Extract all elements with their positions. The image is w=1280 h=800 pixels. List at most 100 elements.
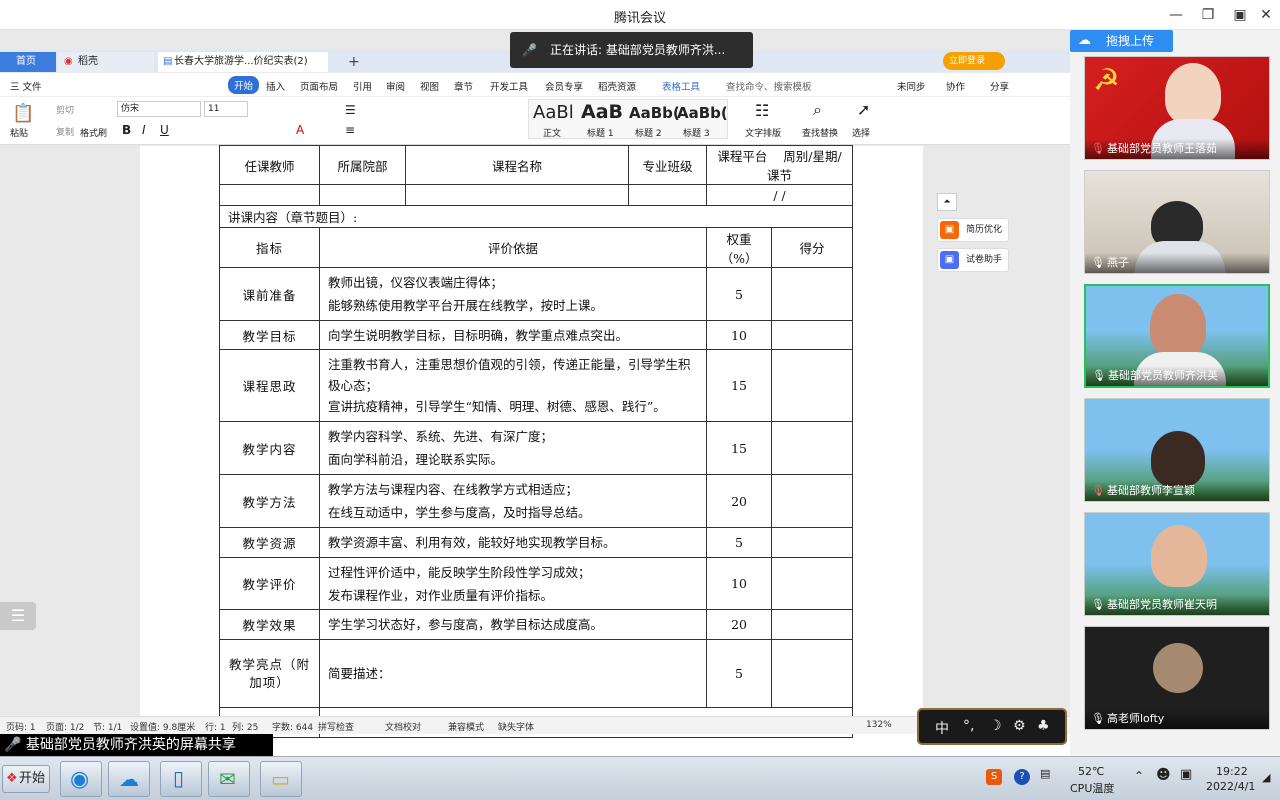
cut-button[interactable]: 剪切: [56, 103, 74, 116]
spell-check-o[interactable]: 拼写检查: [318, 720, 354, 733]
video-tile[interactable]: 🎙 基础部教师李宣颖: [1084, 398, 1270, 502]
monitor-icon[interactable]: ▣: [1180, 767, 1192, 782]
menu-layout[interactable]: 页面布局: [300, 79, 338, 93]
zoom-level-o[interactable]: 132%: [866, 720, 892, 730]
shirt-icon[interactable]: ♣: [1037, 718, 1050, 734]
table-row: 指标 评价依据 权重（%） 得分: [219, 227, 854, 268]
gear-icon[interactable]: ⚙: [1013, 718, 1026, 734]
mic-icon: 🎙: [1091, 712, 1105, 725]
score-cell[interactable]: [771, 639, 854, 708]
collapse-icon[interactable]: ⏶: [937, 193, 957, 211]
style-h1[interactable]: 标题 1: [587, 126, 614, 139]
style-h3[interactable]: 标题 3: [683, 126, 710, 139]
tab-home[interactable]: 首页: [0, 52, 56, 72]
font-size-select[interactable]: 11: [204, 101, 248, 117]
paste-button[interactable]: 粘贴: [10, 126, 28, 139]
menu-member[interactable]: 会员专享: [545, 79, 583, 93]
video-tile-active[interactable]: 🎙 基础部党员教师齐洪英: [1084, 284, 1270, 388]
menu-chapter[interactable]: 章节: [454, 79, 473, 93]
resume-optimize-button[interactable]: ▣ 简历优化: [937, 218, 1009, 242]
close-button[interactable]: ✕: [1254, 4, 1278, 26]
table-row: 课前准备 教师出镜，仪容仪表端庄得体； 能够熟练使用教学平台开展在线教学，按时上课…: [219, 267, 854, 321]
chevron-up-icon[interactable]: ⌃: [1134, 769, 1144, 783]
topic-label[interactable]: 讲课内容（章节题目）:: [218, 205, 854, 228]
style-normal[interactable]: 正文: [543, 126, 561, 139]
drag-upload-button[interactable]: ☁ 拖拽上传: [1070, 30, 1173, 52]
help-icon[interactable]: ?: [1014, 769, 1030, 785]
score-cell[interactable]: [771, 557, 854, 610]
menu-insert[interactable]: 插入: [266, 79, 285, 93]
score-cell[interactable]: [771, 267, 854, 321]
login-button[interactable]: 立即登录: [943, 52, 1005, 70]
score-cell[interactable]: [771, 349, 854, 422]
cell-teacher[interactable]: [219, 184, 320, 206]
bullets-icon[interactable]: ☰: [345, 103, 356, 117]
minimize-button[interactable]: —: [1164, 4, 1188, 26]
format-painter-button[interactable]: 格式刷: [80, 126, 107, 139]
clock-date: 2022/4/1: [1206, 780, 1256, 793]
explorer-taskbar-icon[interactable]: ▭: [260, 761, 302, 797]
tab-docer[interactable]: ◉ 稻壳: [58, 52, 154, 72]
video-tile[interactable]: 🎙 基础部党员教师崔天明: [1084, 512, 1270, 616]
italic-button[interactable]: I: [142, 123, 146, 137]
start-button[interactable]: ❖ 开始: [2, 765, 50, 793]
menu-collab[interactable]: 协作: [946, 79, 965, 93]
select-button[interactable]: 选择: [852, 126, 870, 139]
punct-icon[interactable]: °,: [963, 718, 974, 734]
menu-sync[interactable]: 未同步: [897, 79, 926, 93]
typeset-button[interactable]: 文字排版: [745, 126, 781, 139]
font-color-button[interactable]: A: [296, 123, 304, 137]
cell-week[interactable]: / /: [706, 184, 854, 206]
show-desktop-icon[interactable]: ◢: [1262, 771, 1270, 784]
outline-toggle-icon[interactable]: ☰: [0, 602, 36, 630]
menu-dev[interactable]: 开发工具: [490, 79, 528, 93]
menu-file[interactable]: 三 文件: [10, 79, 42, 93]
score-cell[interactable]: [771, 474, 854, 528]
meeting-taskbar-icon[interactable]: ☁: [108, 761, 150, 797]
menu-start[interactable]: 开始: [228, 76, 260, 94]
ime-lang[interactable]: 中: [935, 718, 949, 738]
wechat-taskbar-icon[interactable]: ✉: [208, 761, 250, 797]
avatar: [1151, 431, 1205, 487]
network-icon[interactable]: ▤: [1040, 767, 1050, 780]
restore-button[interactable]: ▣: [1228, 4, 1252, 26]
score-cell[interactable]: [771, 527, 854, 558]
video-tile[interactable]: ☭ 🎙 基础部党员教师王落茹: [1084, 56, 1270, 160]
style-h2[interactable]: 标题 2: [635, 126, 662, 139]
cell-course[interactable]: [404, 184, 630, 206]
copy-button[interactable]: 复制: [56, 125, 74, 138]
tablet-taskbar-icon[interactable]: ▯: [160, 761, 202, 797]
menu-ref[interactable]: 引用: [353, 79, 372, 93]
find-replace-button[interactable]: 查找替换: [802, 126, 838, 139]
font-select[interactable]: 仿宋: [117, 101, 201, 117]
basis-cell: 教师出镜，仪容仪表端庄得体； 能够熟练使用教学平台开展在线教学，按时上课。: [318, 267, 708, 321]
video-tile[interactable]: 🎙 燕子: [1084, 170, 1270, 274]
moon-icon[interactable]: ☽: [989, 718, 1002, 734]
basis-cell: 注重教书育人，注重思想价值观的引领，传递正能量，引导学生积极心态； 宣讲抗疫精神，…: [318, 349, 708, 422]
menu-view[interactable]: 视图: [420, 79, 439, 93]
bold-button[interactable]: B: [122, 123, 131, 137]
basis-cell: 向学生说明教学目标，目标明确，教学重点难点突出。: [318, 320, 708, 350]
new-tab-button[interactable]: +: [340, 52, 360, 72]
video-tile[interactable]: 🎙 高老师lofty: [1084, 626, 1270, 730]
menu-table-tools[interactable]: 表格工具: [662, 79, 700, 93]
cell-college[interactable]: [319, 184, 406, 206]
align-left-icon[interactable]: ≡: [345, 123, 355, 137]
ime-tray-icon[interactable]: S: [986, 769, 1002, 785]
cell-class[interactable]: [628, 184, 708, 206]
score-cell[interactable]: [771, 609, 854, 640]
menu-docer[interactable]: 稻壳资源: [598, 79, 636, 93]
missing-fonts-o[interactable]: 缺失字体: [498, 720, 534, 733]
underline-button[interactable]: U: [160, 123, 169, 137]
menu-share[interactable]: 分享: [990, 79, 1009, 93]
menu-review[interactable]: 审阅: [386, 79, 405, 93]
tab-document[interactable]: ▤ 长春大学旅游学...价纪实表(2): [158, 52, 328, 72]
score-cell[interactable]: [771, 320, 854, 350]
proofread-o[interactable]: 文档校对: [385, 720, 421, 733]
score-cell[interactable]: [771, 421, 854, 475]
maximize-button[interactable]: ❐: [1196, 4, 1220, 26]
qq-icon[interactable]: ☻: [1156, 767, 1171, 783]
exam-helper-button[interactable]: ▣ 试卷助手: [937, 248, 1009, 272]
chrome-taskbar-icon[interactable]: ◉: [60, 761, 102, 797]
command-search[interactable]: 查找命令、搜索模板: [726, 79, 812, 93]
